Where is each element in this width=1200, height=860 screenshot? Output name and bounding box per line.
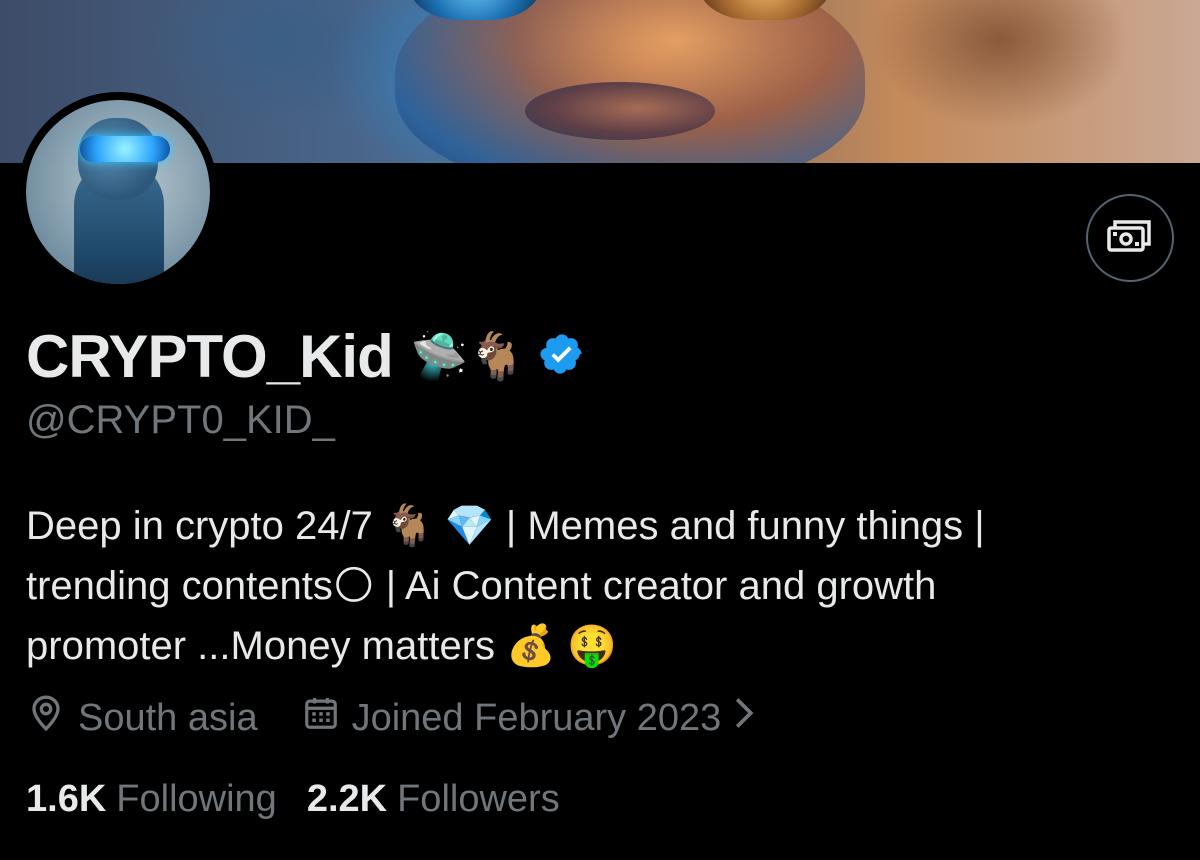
profile-handle: @CRYPT0_KID_ (26, 398, 335, 442)
profile-avatar[interactable] (18, 92, 218, 292)
followers-label: Followers (397, 778, 560, 820)
bio-line: trending contents🌕 | Ai Content creator … (26, 564, 937, 608)
joined-item[interactable]: Joined February 2023 (302, 694, 770, 742)
avatar-visor (80, 136, 170, 162)
bio-line: Deep in crypto 24/7 🐐 💎 | Memes and funn… (26, 504, 985, 548)
following-count: 1.6K (26, 778, 107, 820)
name-emojis: 🛸🐐 (410, 329, 526, 383)
avatar-image (26, 100, 210, 284)
following-link[interactable]: 1.6K Following (26, 778, 277, 821)
location-pin-icon (26, 693, 78, 743)
following-label: Following (116, 778, 277, 820)
followers-count: 2.2K (306, 778, 388, 820)
verified-badge-icon[interactable] (539, 331, 585, 382)
profile-bio: Deep in crypto 24/7 🐐 💎 | Memes and funn… (26, 496, 1176, 676)
chevron-right-icon (731, 696, 769, 740)
profile-stats: 1.6K Following 2.2K Followers (26, 778, 560, 821)
name-row: CRYPTO_Kid 🛸🐐 (26, 322, 585, 391)
calendar-icon (302, 694, 352, 742)
subscription-button[interactable] (1086, 194, 1174, 282)
profile-meta: South asia Joined February 2023 (26, 693, 769, 743)
joined-text: Joined February 2023 (351, 696, 722, 739)
location-item: South asia (26, 693, 258, 743)
location-text: South asia (78, 696, 258, 739)
display-name: CRYPTO_Kid (26, 323, 394, 390)
subscription-money-icon (1107, 216, 1153, 261)
bio-line: promoter ...Money matters 💰 🤑 (26, 624, 617, 668)
banner-lips (525, 82, 715, 140)
followers-link[interactable]: 2.2K Followers (307, 778, 560, 821)
